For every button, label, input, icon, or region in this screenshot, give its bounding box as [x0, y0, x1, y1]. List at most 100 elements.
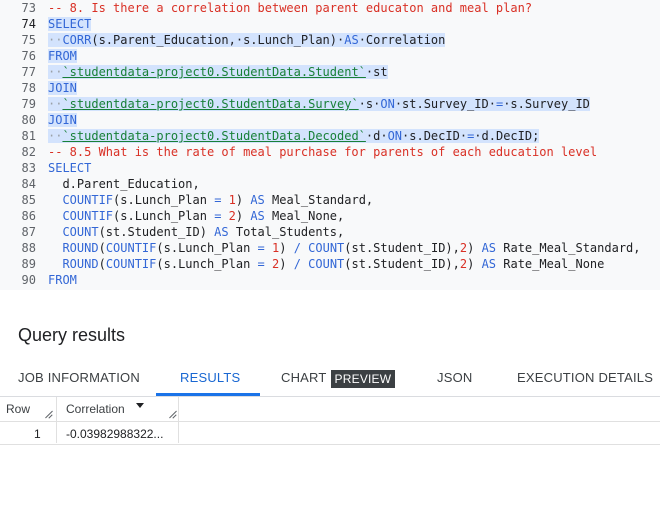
code-token: ··	[48, 65, 63, 79]
code-token: CORR	[62, 33, 92, 47]
tab-job-information[interactable]: JOB INFORMATION	[18, 362, 140, 396]
code-text: ··`studentdata-project0.StudentData.Surv…	[48, 96, 590, 112]
code-token: (	[98, 257, 106, 271]
column-header-row: Row	[6, 402, 31, 416]
code-text: COUNTIF(s.Lunch_Plan = 2) AS Meal_None,	[48, 208, 344, 224]
code-token: ROUND	[48, 241, 99, 255]
column-header-correlation[interactable]: Correlation	[66, 402, 125, 416]
line-number: 77	[21, 65, 36, 79]
code-text: SELECT	[48, 16, 92, 32]
code-token: ·s.DecID·	[402, 129, 468, 143]
code-text: SELECT	[48, 160, 91, 176]
sort-menu-icon[interactable]	[136, 403, 144, 408]
code-token: ·d·	[365, 129, 388, 143]
code-text: -- 8. Is there a correlation between par…	[48, 0, 532, 16]
results-tabs: JOB INFORMATION RESULTS CHART PREVIEW JSO…	[0, 362, 660, 397]
code-line[interactable]: 79 ··`studentdata-project0.StudentData.Su…	[0, 96, 660, 112]
tab-chart-label: CHART	[281, 370, 327, 385]
code-text: FROM	[48, 272, 77, 288]
code-line[interactable]: 90 FROM	[0, 272, 660, 288]
line-number: 74	[21, 17, 36, 31]
code-text: JOIN	[48, 80, 77, 96]
code-token: 1	[264, 241, 280, 255]
code-text: ROUND(COUNTIF(s.Lunch_Plan = 2) / COUNT(…	[48, 256, 604, 272]
column-resize-handle-correlation[interactable]	[168, 410, 176, 418]
code-token: 2	[221, 209, 236, 223]
code-token: d.Parent_Education,	[48, 177, 200, 191]
code-token: FROM	[48, 273, 77, 287]
code-token: (s.Lunch_Plan	[113, 209, 215, 223]
code-line[interactable]: 83 SELECT	[0, 160, 660, 176]
code-token: )	[279, 241, 294, 255]
line-number: 88	[21, 241, 36, 255]
code-line[interactable]: 75 ··CORR(s.Parent_Education,·s.Lunch_Pla…	[0, 32, 660, 48]
line-number: 87	[21, 225, 36, 239]
code-text: FROM	[48, 48, 77, 64]
code-token: ·s.Survey_ID	[503, 97, 590, 111]
column-resize-handle-row[interactable]	[44, 410, 52, 418]
code-token: ··	[48, 33, 63, 47]
line-number: 90	[21, 273, 36, 287]
line-number: 86	[21, 209, 36, 223]
code-line[interactable]: 84 d.Parent_Education,	[0, 176, 660, 192]
code-line[interactable]: 76 FROM	[0, 48, 660, 64]
code-line[interactable]: 73 -- 8. Is there a correlation between p…	[0, 0, 660, 16]
code-token: ·Correlation	[358, 33, 446, 47]
code-token: AS	[250, 209, 265, 223]
code-line[interactable]: 87 COUNT(st.Student_ID) AS Total_Student…	[0, 224, 660, 240]
sql-editor[interactable]: 73 -- 8. Is there a correlation between p…	[0, 0, 660, 290]
code-token: JOIN	[48, 113, 77, 127]
code-token: Rate_Meal_Standard,	[496, 241, 641, 255]
code-line[interactable]: 77 ··`studentdata-project0.StudentData.St…	[0, 64, 660, 80]
code-token: AS	[481, 257, 497, 271]
code-token: )	[279, 257, 294, 271]
code-line[interactable]: 89 ROUND(COUNTIF(s.Lunch_Plan = 2) / COU…	[0, 256, 660, 272]
tab-json[interactable]: JSON	[437, 362, 472, 396]
grid-header: Row Correlation	[0, 397, 660, 422]
code-line[interactable]: 86 COUNTIF(s.Lunch_Plan = 2) AS Meal_Non…	[0, 208, 660, 224]
tab-chart[interactable]: CHART PREVIEW	[281, 362, 396, 396]
code-token: Rate_Meal_None	[496, 257, 605, 271]
code-token: SELECT	[48, 161, 92, 175]
code-line[interactable]: 82 -- 8.5 What is the rate of meal purcha…	[0, 144, 660, 160]
code-line[interactable]: 88 ROUND(COUNTIF(s.Lunch_Plan = 1) / COU…	[0, 240, 660, 256]
correlation-cell[interactable]: -0.03982988322...	[66, 427, 163, 441]
code-line[interactable]: 78 JOIN	[0, 80, 660, 96]
code-line[interactable]: 81 ··`studentdata-project0.StudentData.De…	[0, 128, 660, 144]
code-token: (	[98, 241, 106, 255]
code-token: COUNTIF	[48, 209, 114, 223]
code-token: COUNT	[308, 241, 345, 255]
line-number: 80	[21, 113, 36, 127]
code-token: Total_Students,	[228, 225, 345, 239]
code-token: /	[293, 257, 301, 271]
code-token: COUNTIF	[105, 257, 157, 271]
line-number: 75	[21, 33, 36, 47]
line-number: 79	[21, 97, 36, 111]
row-number: 1	[34, 427, 41, 441]
code-token: ·st	[365, 65, 388, 79]
code-token: =	[257, 257, 265, 271]
code-token: Meal_None,	[264, 209, 345, 223]
table-row: 1 -0.03982988322...	[0, 422, 660, 445]
code-token: Meal_Standard,	[264, 193, 374, 207]
code-token: COUNT	[48, 225, 99, 239]
line-number: 73	[21, 1, 36, 15]
code-token: COUNTIF	[105, 241, 157, 255]
code-token: -- 8.5 What is the rate of meal purchase…	[48, 145, 598, 159]
code-token: ON	[387, 129, 403, 143]
code-text: COUNTIF(s.Lunch_Plan = 1) AS Meal_Standa…	[48, 192, 373, 208]
tab-execution-details[interactable]: EXECUTION DETAILS	[517, 362, 653, 396]
code-token: `studentdata-project0.StudentData.Survey…	[62, 97, 359, 111]
preview-badge: PREVIEW	[330, 369, 396, 388]
line-number: 84	[21, 177, 36, 191]
code-text: ··CORR(s.Parent_Education,·s.Lunch_Plan)…	[48, 32, 446, 48]
code-line[interactable]: 74 SELECT	[0, 16, 660, 32]
code-token: (s.Parent_Education,·s.Lunch_Plan)·	[91, 33, 345, 47]
code-token: -- 8. Is there a correlation between par…	[48, 1, 533, 15]
code-line[interactable]: 80 JOIN	[0, 112, 660, 128]
line-number: 85	[21, 193, 36, 207]
code-token: (st.Student_ID)	[98, 225, 215, 239]
tab-results[interactable]: RESULTS	[180, 362, 240, 396]
code-token: AS	[481, 241, 497, 255]
code-line[interactable]: 85 COUNTIF(s.Lunch_Plan = 1) AS Meal_Sta…	[0, 192, 660, 208]
